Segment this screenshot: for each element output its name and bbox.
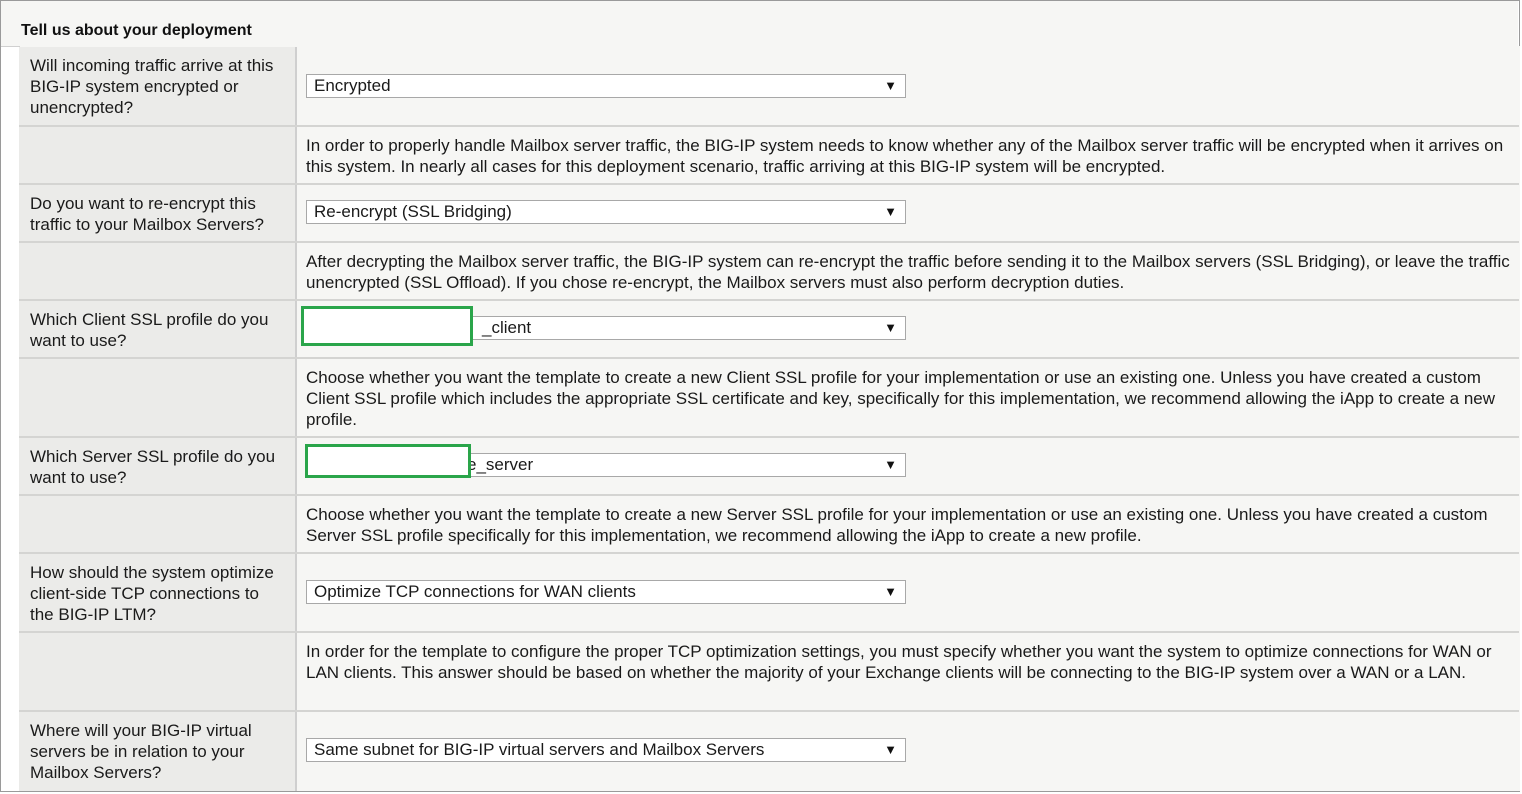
section-header: Tell us about your deployment bbox=[1, 1, 1518, 47]
dropdown-arrow-icon: ▼ bbox=[884, 78, 897, 93]
question-server-ssl-label: Which Server SSL profile do you want to … bbox=[19, 438, 297, 494]
encryption-help-text: In order to properly handle Mailbox serv… bbox=[299, 127, 1518, 183]
server-ssl-select-value: e_server bbox=[467, 455, 534, 474]
subnet-select[interactable]: Same subnet for BIG-IP virtual servers a… bbox=[306, 738, 906, 762]
reencrypt-select[interactable]: Re-encrypt (SSL Bridging) ▼ bbox=[306, 200, 906, 224]
client-ssl-help-text: Choose whether you want the template to … bbox=[299, 359, 1518, 436]
client-ssl-select-value: _client bbox=[482, 318, 532, 337]
help-label-empty bbox=[19, 127, 297, 183]
help-label-empty bbox=[19, 633, 297, 710]
subnet-select-value: Same subnet for BIG-IP virtual servers a… bbox=[314, 740, 765, 759]
section-title: Tell us about your deployment bbox=[21, 22, 252, 39]
encryption-select-value: Encrypted bbox=[314, 76, 391, 95]
tcp-optimization-select-value: Optimize TCP connections for WAN clients bbox=[314, 582, 636, 601]
dropdown-arrow-icon: ▼ bbox=[884, 742, 897, 757]
reencrypt-select-value: Re-encrypt (SSL Bridging) bbox=[314, 202, 512, 221]
server-ssl-help-text: Choose whether you want the template to … bbox=[299, 496, 1518, 552]
redaction-highlight-box bbox=[301, 306, 473, 346]
reencrypt-help-text: After decrypting the Mailbox server traf… bbox=[299, 243, 1518, 299]
question-encryption-label: Will incoming traffic arrive at this BIG… bbox=[19, 47, 297, 126]
tcp-optimization-select[interactable]: Optimize TCP connections for WAN clients… bbox=[306, 580, 906, 604]
dropdown-arrow-icon: ▼ bbox=[884, 204, 897, 219]
question-client-ssl-label: Which Client SSL profile do you want to … bbox=[19, 301, 297, 357]
dropdown-arrow-icon: ▼ bbox=[884, 320, 897, 335]
question-reencrypt-label: Do you want to re-encrypt this traffic t… bbox=[19, 185, 297, 241]
dropdown-arrow-icon: ▼ bbox=[884, 457, 897, 472]
help-label-empty bbox=[19, 243, 297, 299]
question-subnet-label: Where will your BIG-IP virtual servers b… bbox=[19, 712, 297, 791]
tcp-help-text: In order for the template to configure t… bbox=[299, 633, 1518, 710]
encryption-select[interactable]: Encrypted ▼ bbox=[306, 74, 906, 98]
dropdown-arrow-icon: ▼ bbox=[884, 584, 897, 599]
help-label-empty bbox=[19, 359, 297, 436]
question-tcp-label: How should the system optimize client-si… bbox=[19, 554, 297, 631]
help-label-empty bbox=[19, 496, 297, 552]
redaction-highlight-box bbox=[305, 444, 471, 478]
